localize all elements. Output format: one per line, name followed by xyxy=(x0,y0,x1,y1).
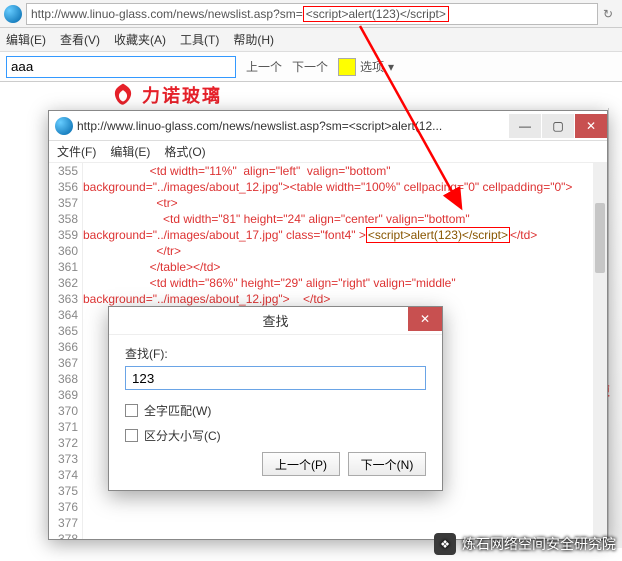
ie-icon xyxy=(55,117,73,135)
browser-menu-bar: 编辑(E) 查看(V) 收藏夹(A) 工具(T) 帮助(H) xyxy=(0,28,622,52)
url-input[interactable]: http://www.linuo-glass.com/news/newslist… xyxy=(26,3,598,25)
find-prev-button[interactable]: 上一个(P) xyxy=(262,452,340,476)
refresh-icon[interactable]: ↻ xyxy=(598,7,618,21)
find-dialog-close-button[interactable]: ✕ xyxy=(408,307,442,331)
src-menu-file[interactable]: 文件(F) xyxy=(57,143,96,160)
find-dialog-title: 查找 xyxy=(262,311,288,330)
src-menu-format[interactable]: 格式(O) xyxy=(164,143,205,160)
match-case-label: 区分大小写(C) xyxy=(144,427,221,444)
menu-view[interactable]: 查看(V) xyxy=(60,31,100,48)
find-dialog: 查找 ✕ 查找(F): 全字匹配(W) 区分大小写(C) 上一个(P) 下一个(… xyxy=(108,306,443,491)
menu-favorites[interactable]: 收藏夹(A) xyxy=(114,31,166,48)
whole-word-label: 全字匹配(W) xyxy=(144,402,211,419)
close-button[interactable]: ✕ xyxy=(575,114,607,138)
menu-help[interactable]: 帮助(H) xyxy=(233,31,274,48)
vertical-scrollbar[interactable] xyxy=(593,163,607,539)
highlight-icon xyxy=(338,58,356,76)
match-case-checkbox-row[interactable]: 区分大小写(C) xyxy=(125,427,426,444)
chevron-down-icon: ▾ xyxy=(388,60,394,74)
whole-word-checkbox-row[interactable]: 全字匹配(W) xyxy=(125,402,426,419)
watermark: ❖ 炼石网络空间安全研究院 xyxy=(434,533,616,555)
maximize-button[interactable]: ▢ xyxy=(542,114,574,138)
line-number-gutter: 355 356 357 358 359 360 361 362 363 364 … xyxy=(49,163,83,539)
whole-word-checkbox[interactable] xyxy=(125,404,138,417)
menu-edit[interactable]: 编辑(E) xyxy=(6,31,46,48)
page-find-next[interactable]: 下一个 xyxy=(292,58,328,75)
address-bar: http://www.linuo-glass.com/news/newslist… xyxy=(0,0,622,28)
find-dialog-titlebar[interactable]: 查找 ✕ xyxy=(109,307,442,335)
src-menu-edit[interactable]: 编辑(E) xyxy=(110,143,150,160)
source-menu-bar: 文件(F) 编辑(E) 格式(O) xyxy=(49,141,607,163)
minimize-button[interactable]: — xyxy=(509,114,541,138)
ie-icon xyxy=(4,5,22,23)
watermark-text: 炼石网络空间安全研究院 xyxy=(462,534,616,554)
page-find-prev[interactable]: 上一个 xyxy=(246,58,282,75)
logo-icon xyxy=(110,82,136,108)
page-find-options[interactable]: 选项 ▾ xyxy=(338,58,394,76)
site-logo-area: 力诺玻璃 xyxy=(0,82,622,108)
logo-text: 力诺玻璃 xyxy=(142,82,222,108)
find-next-button[interactable]: 下一个(N) xyxy=(348,452,426,476)
page-find-bar: 上一个 下一个 选项 ▾ xyxy=(0,52,622,82)
url-prefix: http://www.linuo-glass.com/news/newslist… xyxy=(31,7,303,21)
url-highlighted-payload: <script>alert(123)</script> xyxy=(303,6,449,22)
find-dialog-input[interactable] xyxy=(125,366,426,390)
scrollbar-thumb[interactable] xyxy=(595,203,605,273)
right-scroll-strip xyxy=(608,108,622,548)
find-input-label: 查找(F): xyxy=(125,345,426,362)
source-window-title: http://www.linuo-glass.com/news/newslist… xyxy=(77,119,508,133)
source-titlebar[interactable]: http://www.linuo-glass.com/news/newslist… xyxy=(49,111,607,141)
page-find-options-label: 选项 xyxy=(360,58,384,75)
match-case-checkbox[interactable] xyxy=(125,429,138,442)
wechat-icon: ❖ xyxy=(434,533,456,555)
page-find-input[interactable] xyxy=(6,56,236,78)
menu-tools[interactable]: 工具(T) xyxy=(180,31,219,48)
